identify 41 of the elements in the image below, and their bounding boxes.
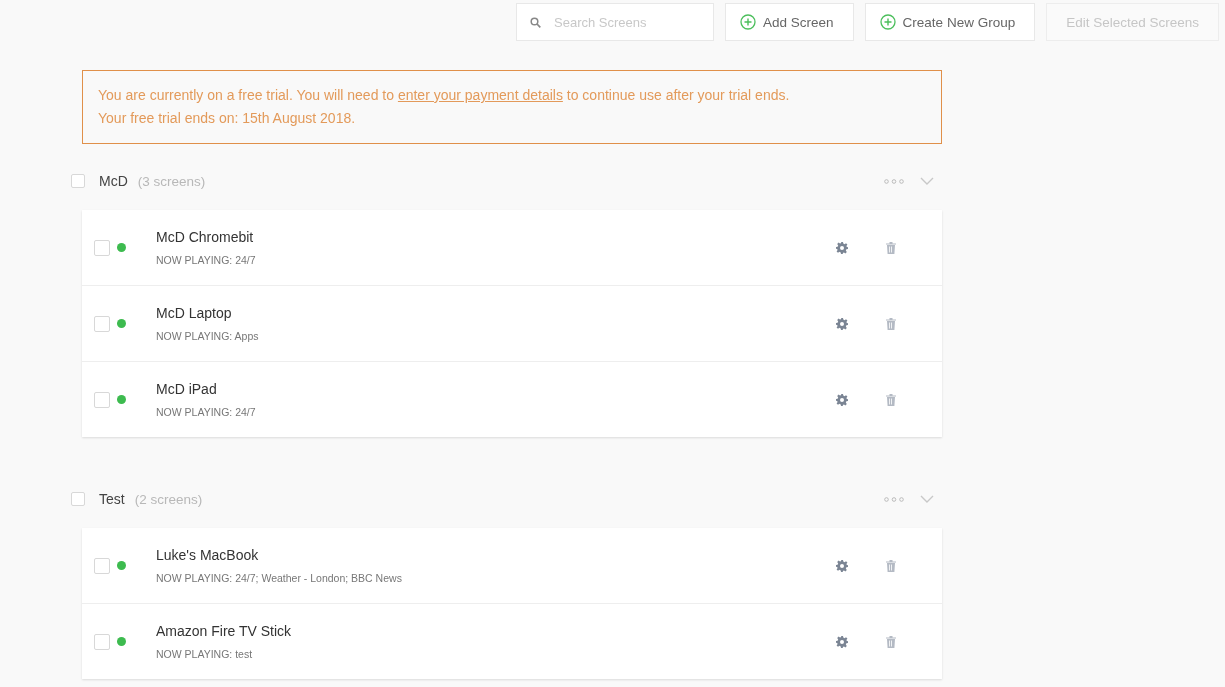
toolbar-button[interactable]: Add Screen <box>725 3 854 41</box>
group-name: Test <box>99 491 125 507</box>
screen-count: (3 screens) <box>137 173 206 189</box>
toolbar-button[interactable]: Create New Group <box>864 3 1036 41</box>
more-icon[interactable] <box>884 178 904 184</box>
notice-text: You are currently on a free trial. You will need to enter your payment details to continue use after your trial ends. <box>98 86 791 105</box>
settings-icon[interactable] <box>836 241 848 254</box>
now-playing: NOW PLAYING: Apps <box>156 330 260 342</box>
screen-name: McD Chromebit <box>156 229 255 245</box>
screen-name: McD Laptop <box>156 305 233 321</box>
now-playing: NOW PLAYING: 24/7; Weather - London; BBC News <box>156 572 403 584</box>
screen-checkbox[interactable] <box>94 239 110 256</box>
now-playing: NOW PLAYING: 24/7 <box>156 254 257 266</box>
chevron-down-icon[interactable] <box>920 495 934 503</box>
settings-icon[interactable] <box>836 317 848 330</box>
add-icon <box>740 14 757 30</box>
settings-icon[interactable] <box>836 559 848 572</box>
group-checkbox[interactable] <box>71 174 85 188</box>
screen-name: McD iPad <box>156 381 218 397</box>
screen-name: Luke's MacBook <box>156 547 260 563</box>
trash-icon[interactable] <box>886 393 896 406</box>
screen-name: Amazon Fire TV Stick <box>156 623 293 639</box>
group-name: McD <box>99 173 128 189</box>
add-icon <box>879 14 896 30</box>
settings-icon[interactable] <box>836 635 848 648</box>
chevron-down-icon[interactable] <box>920 177 934 185</box>
screen-checkbox[interactable] <box>94 557 110 574</box>
notice-text: Your free trial ends on: 15th August 2018. <box>98 109 357 128</box>
settings-icon[interactable] <box>836 393 848 406</box>
screen-checkbox[interactable] <box>94 633 110 650</box>
now-playing: NOW PLAYING: test <box>156 648 254 660</box>
now-playing: NOW PLAYING: 24/7 <box>156 406 257 418</box>
trash-icon[interactable] <box>886 241 896 254</box>
group-checkbox[interactable] <box>71 492 85 506</box>
trash-icon[interactable] <box>886 635 896 648</box>
screen-checkbox[interactable] <box>94 315 110 332</box>
trash-icon[interactable] <box>886 317 896 330</box>
trash-icon[interactable] <box>886 559 896 572</box>
screen-count: (2 screens) <box>134 491 203 507</box>
screen-checkbox[interactable] <box>94 391 110 408</box>
more-icon[interactable] <box>884 496 904 502</box>
